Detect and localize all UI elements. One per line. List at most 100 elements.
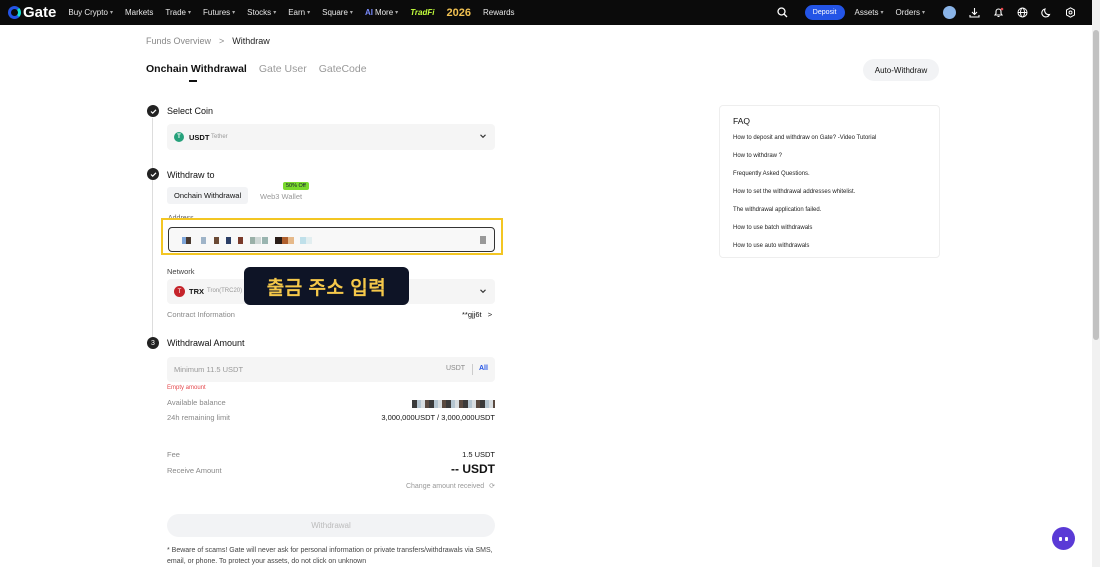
nav-markets[interactable]: Markets xyxy=(125,8,153,17)
chevron-down-icon: ▾ xyxy=(273,10,277,16)
page-scrollbar[interactable] xyxy=(1092,0,1100,567)
nav-tradfi[interactable]: TradFi xyxy=(410,8,434,17)
withdrawal-button[interactable]: Withdrawal xyxy=(167,514,495,537)
tab-gate-user[interactable]: Gate User xyxy=(259,63,307,75)
faq-item[interactable]: How to use auto withdrawals xyxy=(733,243,809,249)
faq-item[interactable]: How to withdraw ? xyxy=(733,153,782,159)
fee-label: Fee xyxy=(167,450,180,459)
address-input[interactable] xyxy=(168,227,495,252)
remaining-limit-value: 3,000,000USDT / 3,000,000USDT xyxy=(381,413,495,422)
address-redacted-block xyxy=(226,237,231,244)
scam-warning-text: * Beware of scams! Gate will never ask f… xyxy=(167,547,493,565)
faq-title: FAQ xyxy=(733,116,751,126)
nav-assets[interactable]: Assets ▾ xyxy=(855,8,884,17)
receive-amount-value: -- USDT xyxy=(451,462,495,476)
step-1-title: Select Coin xyxy=(167,106,214,116)
faq-item[interactable]: How to set the withdrawal addresses whit… xyxy=(733,189,855,195)
breadcrumb-current: Withdraw xyxy=(232,36,270,46)
nav-2026-promo[interactable]: 2026 xyxy=(447,7,471,19)
chevron-down-icon: ▾ xyxy=(921,10,925,16)
chevron-down-icon xyxy=(479,132,487,142)
faq-panel: FAQ How to deposit and withdraw on Gate?… xyxy=(719,105,940,258)
ai-icon: AI xyxy=(364,8,373,17)
coin-select[interactable]: T USDT Tether xyxy=(167,124,495,150)
gate-logo[interactable]: Gate xyxy=(8,4,56,21)
bell-icon[interactable] xyxy=(992,7,1004,19)
nav-trade[interactable]: Trade ▾ xyxy=(165,8,191,17)
settings-icon[interactable] xyxy=(1064,7,1076,19)
address-redacted-block xyxy=(288,237,294,244)
nav-orders[interactable]: Orders ▾ xyxy=(896,8,925,17)
chevron-right-icon: > xyxy=(487,310,493,319)
step-2-check-icon xyxy=(147,168,159,180)
chevron-down-icon: ▾ xyxy=(349,10,353,16)
address-redacted-block xyxy=(238,237,243,244)
withdraw-tabs: Onchain Withdrawal Gate User GateCode xyxy=(146,63,379,82)
receive-amount-label: Receive Amount xyxy=(167,466,222,475)
nav-earn[interactable]: Earn ▾ xyxy=(288,8,310,17)
contract-info-label: Contract Information xyxy=(167,310,235,319)
breadcrumb-separator: > xyxy=(219,36,225,46)
amount-divider xyxy=(472,364,473,375)
faq-item[interactable]: How to use batch withdrawals xyxy=(733,225,812,231)
paste-icon[interactable] xyxy=(480,236,486,244)
nav-ai-more[interactable]: AI More ▾ xyxy=(365,8,398,17)
change-amount-received[interactable]: Change amount received ⟳ xyxy=(406,482,495,490)
nav-futures[interactable]: Futures ▾ xyxy=(203,8,235,17)
chevron-down-icon: ▾ xyxy=(307,10,311,16)
remaining-limit-label: 24h remaining limit xyxy=(167,413,230,422)
faq-item[interactable]: Frequently Asked Questions. xyxy=(733,171,810,177)
address-redacted-block xyxy=(186,237,191,244)
nav-stocks[interactable]: Stocks ▾ xyxy=(247,8,276,17)
nav-square[interactable]: Square ▾ xyxy=(322,8,353,17)
top-navigation-bar: Gate Buy Crypto ▾ Markets Trade ▾ Futures ▾… xyxy=(0,0,1092,25)
coin-name: Tether xyxy=(211,134,228,140)
nav-rewards[interactable]: Rewards xyxy=(483,8,515,17)
address-redacted-block xyxy=(262,237,268,244)
avatar[interactable] xyxy=(943,6,956,19)
subtab-onchain-withdrawal[interactable]: Onchain Withdrawal xyxy=(167,187,249,204)
faq-item[interactable]: How to deposit and withdraw on Gate? -Vi… xyxy=(733,135,876,141)
refresh-icon: ⟳ xyxy=(489,483,495,490)
step-2-title: Withdraw to xyxy=(167,170,215,180)
chevron-down-icon xyxy=(479,287,487,297)
steps-connector-line xyxy=(152,118,153,343)
subtab-web3-wallet[interactable]: Web3 Wallet xyxy=(260,192,302,201)
amount-error: Empty amount xyxy=(167,385,206,391)
amount-unit: USDT xyxy=(446,365,466,372)
chevron-down-icon: ▾ xyxy=(188,10,192,16)
all-amount-button[interactable]: All xyxy=(479,365,488,372)
address-redacted-block xyxy=(255,237,261,244)
chevron-down-icon: ▾ xyxy=(109,10,113,16)
moon-icon[interactable] xyxy=(1040,7,1052,19)
network-name: Tron(TRC20) xyxy=(207,288,243,294)
search-icon[interactable] xyxy=(777,7,789,19)
tab-gatecode[interactable]: GateCode xyxy=(319,63,367,75)
support-chat-icon[interactable] xyxy=(1052,527,1075,550)
faq-item[interactable]: The withdrawal application failed. xyxy=(733,207,821,213)
address-redacted-block xyxy=(214,237,219,244)
breadcrumb-funds-overview[interactable]: Funds Overview xyxy=(146,36,211,46)
download-icon[interactable] xyxy=(968,7,980,19)
coin-symbol: USDT xyxy=(189,133,210,142)
step-1-check-icon xyxy=(147,105,159,117)
tab-onchain-withdrawal[interactable]: Onchain Withdrawal xyxy=(146,63,247,82)
address-redacted-block xyxy=(306,237,312,244)
contract-info-link[interactable]: **gjj6t > xyxy=(462,310,492,319)
usdt-coin-icon: T xyxy=(174,132,184,142)
gate-logo-icon xyxy=(8,6,21,19)
withdraw-amount-input[interactable]: Minimum 11.5 USDT USDT All xyxy=(167,357,495,382)
deposit-button[interactable]: Deposit xyxy=(804,5,845,20)
auto-withdraw-button[interactable]: Auto-Withdraw xyxy=(863,59,939,81)
scrollbar-thumb[interactable] xyxy=(1093,30,1099,340)
address-redacted-block xyxy=(275,237,282,244)
discount-badge: 50% Off xyxy=(283,182,309,190)
chevron-down-icon: ▾ xyxy=(232,10,236,16)
chevron-down-icon: ▾ xyxy=(395,10,399,16)
address-redacted-block xyxy=(201,237,206,244)
network-label: Network xyxy=(167,267,195,276)
globe-icon[interactable] xyxy=(1016,7,1028,19)
nav-buy-crypto[interactable]: Buy Crypto ▾ xyxy=(68,8,113,17)
chevron-down-icon: ▾ xyxy=(880,10,884,16)
tron-coin-icon: T xyxy=(174,286,185,297)
